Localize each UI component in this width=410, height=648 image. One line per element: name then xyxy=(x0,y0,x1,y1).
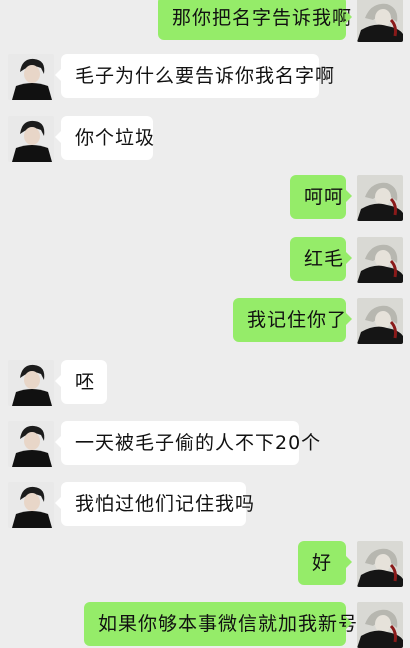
other-avatar[interactable] xyxy=(8,116,54,162)
other-avatar[interactable] xyxy=(8,421,54,467)
silver-haired-character-avatar-icon xyxy=(357,298,403,344)
message-bubble-other[interactable]: 呸 xyxy=(55,360,107,404)
self-avatar[interactable] xyxy=(357,298,403,344)
other-avatar[interactable] xyxy=(8,360,54,406)
message-bubble-self[interactable]: 红毛 xyxy=(290,237,352,281)
message-bubble-self[interactable]: 好 xyxy=(298,541,352,585)
message-bubble-self[interactable]: 那你把名字告诉我啊 xyxy=(158,0,352,40)
silver-haired-character-avatar-icon xyxy=(357,602,403,648)
message-bubble-other[interactable]: 我怕过他们记住我吗 xyxy=(55,482,254,526)
silver-haired-character-avatar-icon xyxy=(357,541,403,587)
other-avatar[interactable] xyxy=(8,54,54,100)
message-bubble-other[interactable]: 一天被毛子偷的人不下20个 xyxy=(55,421,320,465)
message-bubble-other[interactable]: 毛子为什么要告诉你我名字啊 xyxy=(55,54,334,98)
dark-haired-person-avatar-icon xyxy=(8,482,54,528)
self-avatar[interactable] xyxy=(357,541,403,587)
dark-haired-person-avatar-icon xyxy=(8,116,54,162)
dark-haired-person-avatar-icon xyxy=(8,54,54,100)
self-avatar[interactable] xyxy=(357,175,403,221)
message-bubble-other[interactable]: 你个垃圾 xyxy=(55,116,154,160)
self-avatar[interactable] xyxy=(357,237,403,283)
self-avatar[interactable] xyxy=(357,0,403,42)
silver-haired-character-avatar-icon xyxy=(357,175,403,221)
message-bubble-self[interactable]: 如果你够本事微信就加我新号 xyxy=(84,602,357,646)
self-avatar[interactable] xyxy=(357,602,403,648)
chat-message-list[interactable]: 那你把名字告诉我啊 毛子为什么要告诉你我名字啊 你个垃圾 呵呵 红毛 我记住你了… xyxy=(0,0,410,648)
other-avatar[interactable] xyxy=(8,482,54,528)
message-bubble-self[interactable]: 呵呵 xyxy=(290,175,352,219)
silver-haired-character-avatar-icon xyxy=(357,237,403,283)
silver-haired-character-avatar-icon xyxy=(357,0,403,42)
message-bubble-self[interactable]: 我记住你了 xyxy=(233,298,352,342)
dark-haired-person-avatar-icon xyxy=(8,360,54,406)
dark-haired-person-avatar-icon xyxy=(8,421,54,467)
